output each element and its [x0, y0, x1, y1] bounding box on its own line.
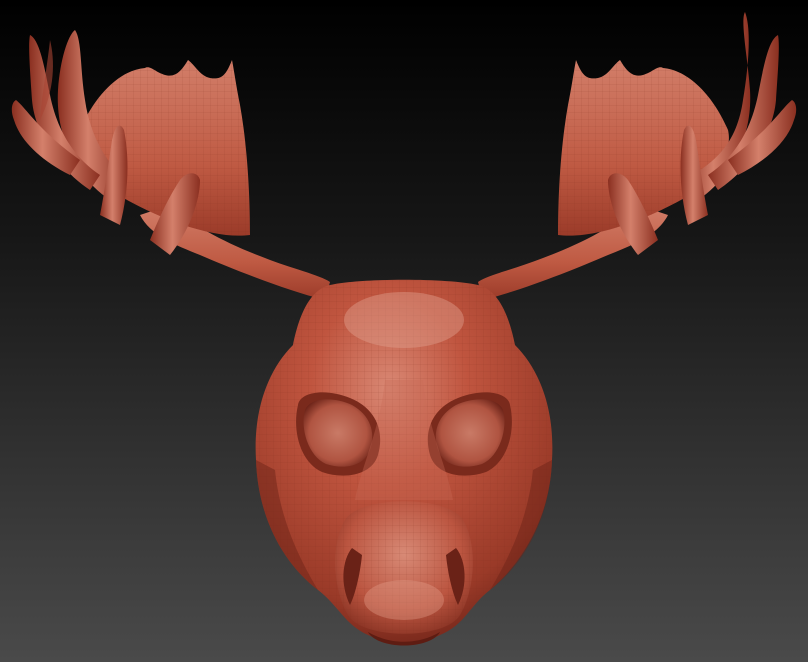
- moose-sculpt-render: [0, 0, 808, 662]
- sculpt-viewport[interactable]: [0, 0, 808, 662]
